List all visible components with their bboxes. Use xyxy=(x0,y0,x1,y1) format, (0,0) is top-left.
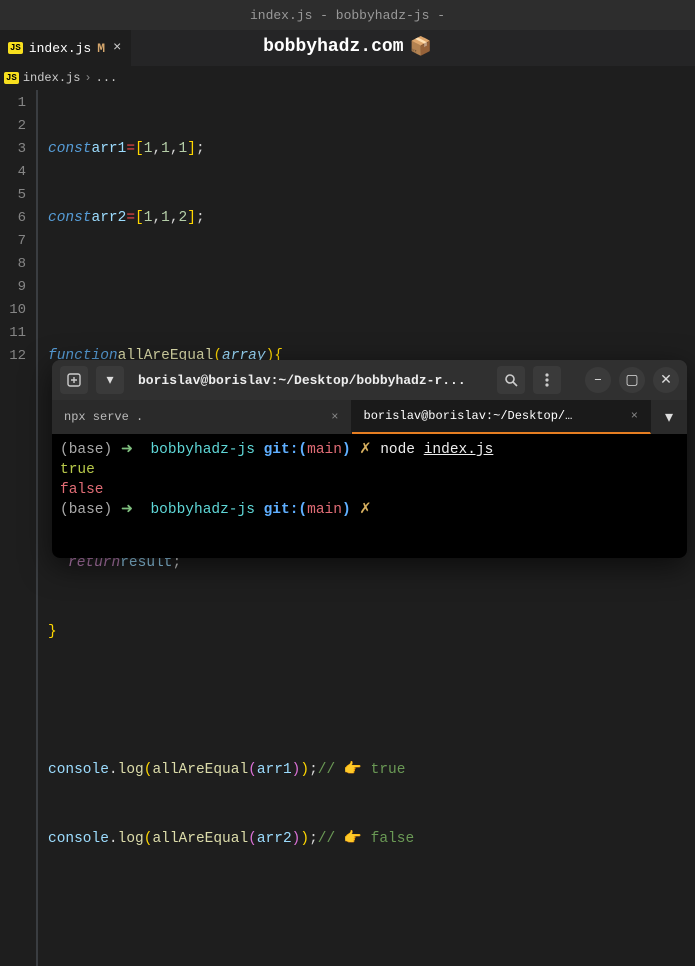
maximize-button[interactable]: ▢ xyxy=(619,367,645,393)
line-number: 5 xyxy=(0,184,36,207)
terminal-title: borislav@borislav:~/Desktop/bobbyhadz-r.… xyxy=(132,373,489,388)
editor-tab-indexjs[interactable]: JS index.js M × xyxy=(0,30,131,66)
tab-modified-indicator: M xyxy=(97,41,105,56)
code-line xyxy=(48,897,695,920)
chevron-down-icon: ▾ xyxy=(665,407,673,427)
tab-filename: index.js xyxy=(29,41,91,56)
code-line: const arr2 = [1, 1, 2]; xyxy=(48,207,695,230)
breadcrumb[interactable]: JS index.js › ... xyxy=(0,66,695,90)
js-file-icon: JS xyxy=(4,72,19,84)
window-title: index.js - bobbyhadz-js - xyxy=(250,8,445,23)
menu-button[interactable] xyxy=(533,366,561,394)
search-button[interactable] xyxy=(497,366,525,394)
pointing-right-icon: 👉️ xyxy=(344,831,362,847)
search-icon xyxy=(504,373,518,387)
terminal-header: ▾ borislav@borislav:~/Desktop/bobbyhadz-… xyxy=(52,360,687,400)
kebab-menu-icon xyxy=(545,373,549,387)
line-number: 7 xyxy=(0,230,36,253)
terminal-tab-serve[interactable]: npx serve . × xyxy=(52,400,352,434)
maximize-icon: ▢ xyxy=(625,372,638,389)
line-number: 11 xyxy=(0,322,36,345)
watermark-text: bobbyhadz.com xyxy=(263,37,403,57)
chevron-down-icon: ▾ xyxy=(106,372,113,389)
plus-square-icon xyxy=(67,373,81,387)
line-number: 2 xyxy=(0,115,36,138)
close-icon: ✕ xyxy=(660,372,672,389)
new-tab-button[interactable] xyxy=(60,366,88,394)
terminal-tab-shell[interactable]: borislav@borislav:~/Desktop/b... × xyxy=(352,400,652,434)
tab-close-icon[interactable]: × xyxy=(111,40,123,56)
breadcrumb-separator-icon: › xyxy=(84,71,91,85)
tab-label: borislav@borislav:~/Desktop/b... xyxy=(364,409,574,423)
dropdown-button[interactable]: ▾ xyxy=(96,366,124,394)
code-line xyxy=(48,690,695,713)
line-number: 12 xyxy=(0,345,36,368)
line-number: 6 xyxy=(0,207,36,230)
code-line: const arr1 = [1, 1, 1]; xyxy=(48,138,695,161)
tab-close-icon[interactable]: × xyxy=(631,409,638,423)
terminal-body[interactable]: (base) ➜ bobbyhadz-js git:(main) ✗ node … xyxy=(52,434,687,558)
code-line: } xyxy=(48,621,695,644)
code-line xyxy=(48,276,695,299)
terminal-output: false xyxy=(60,482,104,498)
terminal-output: true xyxy=(60,462,95,478)
code-line: console.log(allAreEqual(arr1)); // 👉️ tr… xyxy=(48,759,695,782)
terminal-tabs: npx serve . × borislav@borislav:~/Deskto… xyxy=(52,400,687,434)
terminal-window: ▾ borislav@borislav:~/Desktop/bobbyhadz-… xyxy=(52,360,687,558)
breadcrumb-more: ... xyxy=(96,71,118,85)
line-number: 10 xyxy=(0,299,36,322)
js-file-icon: JS xyxy=(8,42,23,54)
line-number: 3 xyxy=(0,138,36,161)
tabs-dropdown-button[interactable]: ▾ xyxy=(651,400,687,434)
pointing-right-icon: 👉️ xyxy=(344,762,362,778)
line-number: 8 xyxy=(0,253,36,276)
tab-label: npx serve . xyxy=(64,410,143,424)
minimize-button[interactable]: – xyxy=(585,367,611,393)
cube-icon: 📦 xyxy=(410,36,432,58)
breadcrumb-file: index.js xyxy=(23,71,81,85)
line-number-gutter: 1 2 3 4 5 6 7 8 9 10 11 12 xyxy=(0,90,36,966)
line-number: 9 xyxy=(0,276,36,299)
editor-tabbar: JS index.js M × bobbyhadz.com 📦 xyxy=(0,30,695,66)
line-number: 4 xyxy=(0,161,36,184)
line-number: 1 xyxy=(0,92,36,115)
watermark: bobbyhadz.com 📦 xyxy=(263,36,432,58)
minimize-icon: – xyxy=(594,372,602,388)
code-line: console.log(allAreEqual(arr2)); // 👉️ fa… xyxy=(48,828,695,851)
close-button[interactable]: ✕ xyxy=(653,367,679,393)
tab-close-icon[interactable]: × xyxy=(331,410,338,424)
window-titlebar: index.js - bobbyhadz-js - xyxy=(0,0,695,30)
